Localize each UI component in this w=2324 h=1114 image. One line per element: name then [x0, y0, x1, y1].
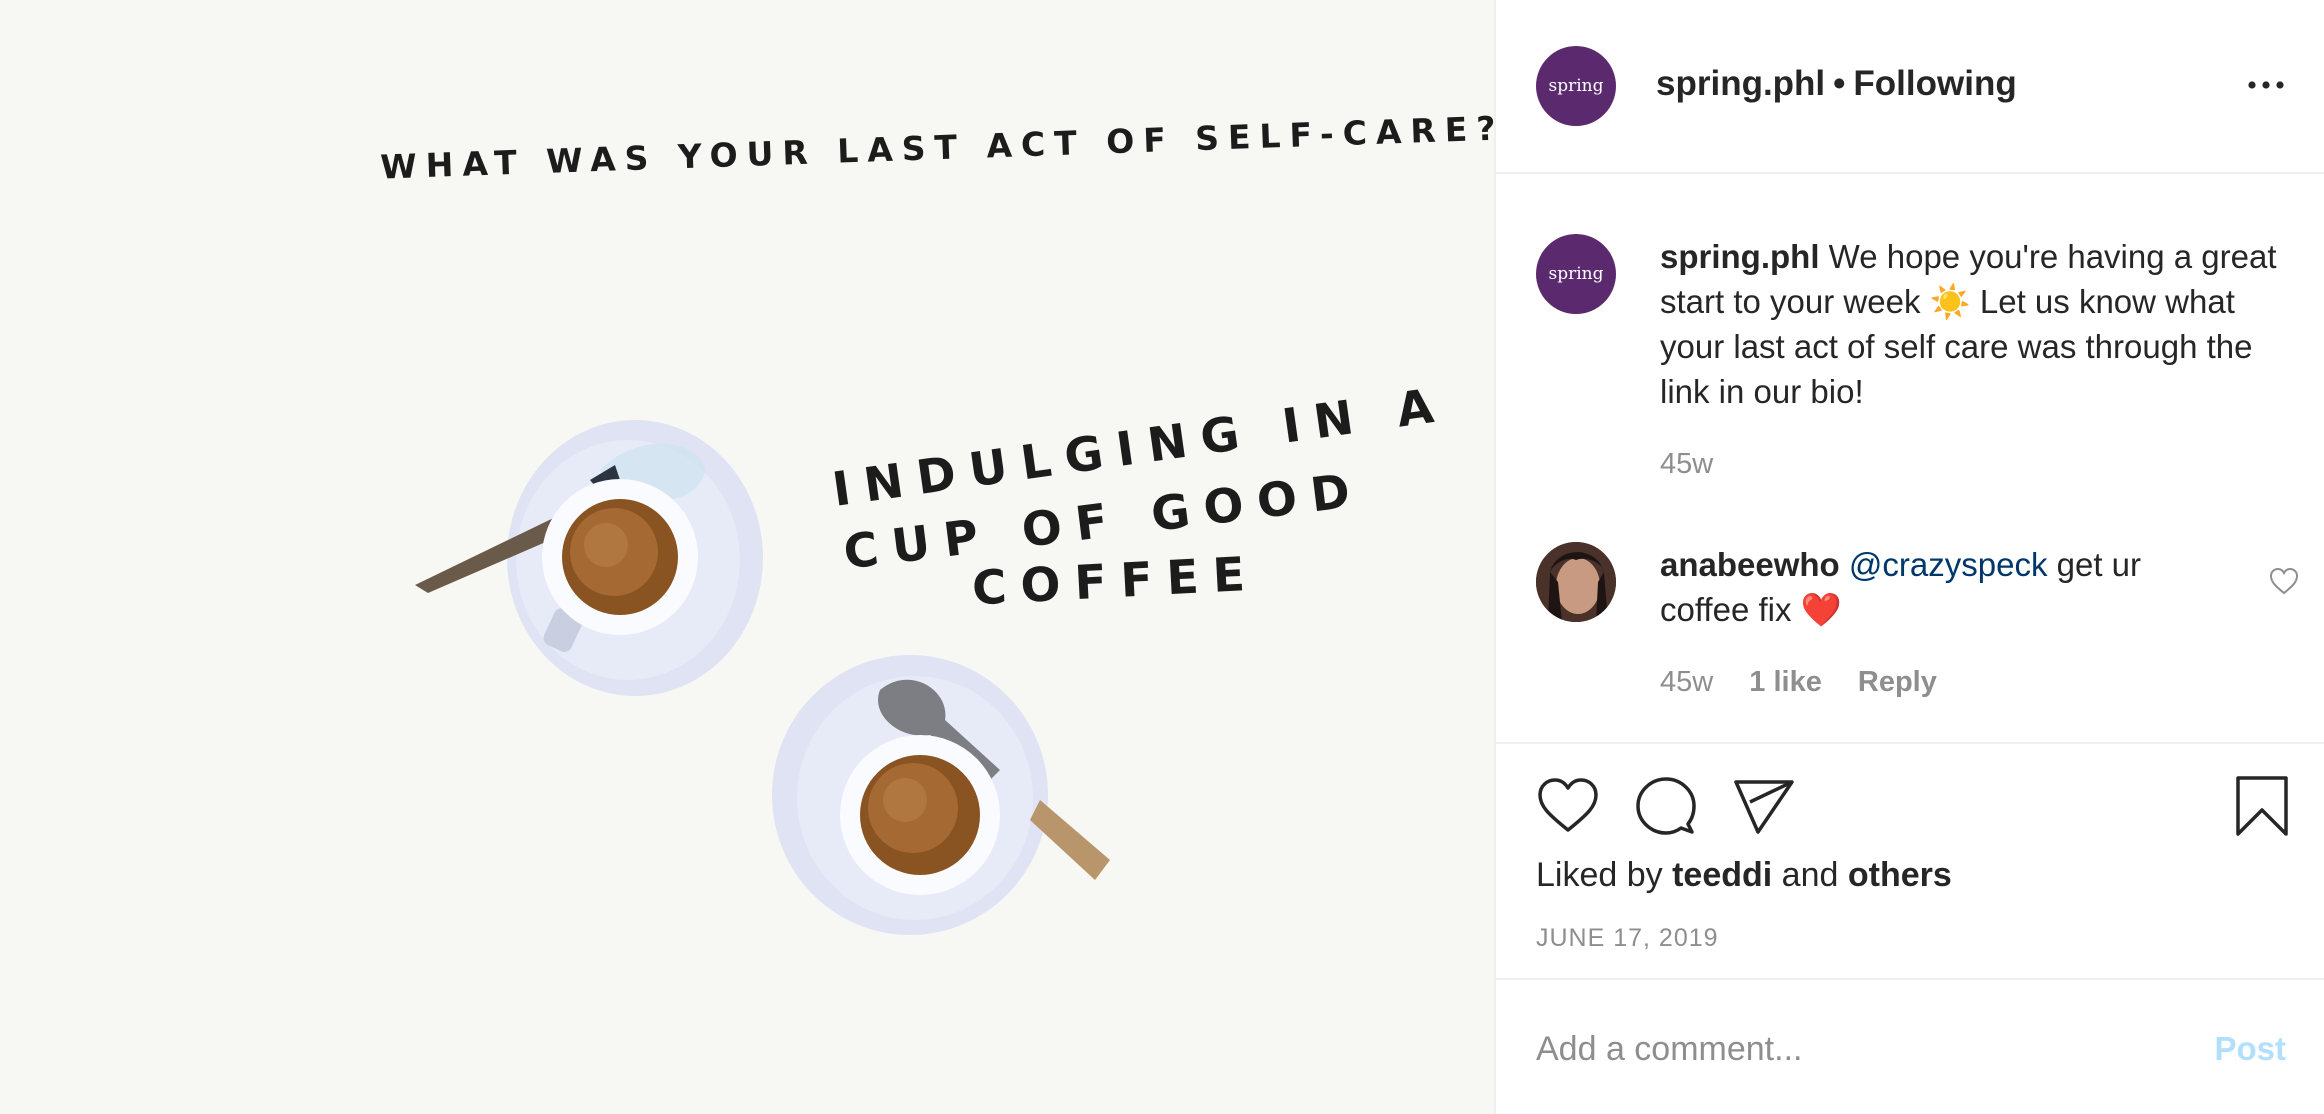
liked-by-prefix: Liked by: [1536, 856, 1663, 894]
header-separator: •: [1833, 64, 1846, 103]
post-header: spring spring.phl • Following: [1496, 0, 2324, 174]
more-horizontal-icon[interactable]: [2246, 70, 2286, 100]
post-comment-button[interactable]: Post: [2214, 1030, 2286, 1068]
liked-by-and: and: [1781, 856, 1839, 894]
avatar-logo-text: spring: [1548, 76, 1604, 96]
liked-by-user[interactable]: teeddi: [1672, 856, 1772, 894]
coffee-cup-1: [415, 420, 763, 696]
instagram-post-view: WHAT WAS YOUR LAST ACT OF SELF-CARE? IND…: [0, 0, 2324, 1114]
post-actions: Liked by teeddi and others JUNE 17, 2019: [1496, 742, 2324, 980]
bookmark-icon[interactable]: [2230, 774, 2294, 838]
heart-icon[interactable]: [1536, 774, 1600, 838]
post-sidebar: spring spring.phl • Following spring sprin…: [1494, 0, 2324, 1114]
commenter-photo: [1536, 542, 1616, 622]
caption-username[interactable]: spring.phl: [1660, 238, 1820, 275]
sun-emoji: ☀️: [1929, 283, 1971, 320]
comment-bubble-icon[interactable]: [1634, 774, 1698, 838]
reply-button[interactable]: Reply: [1858, 666, 1937, 698]
comment-mention[interactable]: @crazyspeck: [1849, 546, 2048, 583]
header-username[interactable]: spring.phl: [1656, 64, 1825, 103]
comment-meta: 45w 1 like Reply: [1660, 666, 1937, 699]
comment-username[interactable]: anabeewho: [1660, 546, 1840, 583]
comment-text: anabeewho @crazyspeck get ur coffee fix …: [1660, 542, 2220, 632]
coffee-cup-2: [772, 655, 1110, 935]
add-comment-bar: Post: [1496, 978, 2324, 1114]
post-image[interactable]: WHAT WAS YOUR LAST ACT OF SELF-CARE? IND…: [0, 0, 1494, 1114]
comment-timestamp[interactable]: 45w: [1660, 666, 1713, 698]
paper-plane-icon[interactable]: [1732, 774, 1796, 838]
liked-by-others[interactable]: others: [1848, 856, 1952, 894]
liked-by: Liked by teeddi and others: [1536, 856, 1952, 895]
comment-likes-count[interactable]: 1 like: [1749, 666, 1822, 698]
caption-timestamp[interactable]: 45w: [1660, 448, 1713, 481]
comment-like-icon[interactable]: [2268, 566, 2300, 596]
profile-avatar[interactable]: spring: [1536, 46, 1616, 126]
caption-avatar[interactable]: spring: [1536, 234, 1616, 314]
caption-avatar-logo-text: spring: [1548, 264, 1604, 284]
red-heart-emoji: ❤️: [1800, 591, 1842, 628]
post-date[interactable]: JUNE 17, 2019: [1536, 924, 1719, 953]
commenter-avatar[interactable]: [1536, 542, 1616, 622]
header-title: spring.phl • Following: [1656, 64, 2017, 104]
caption-text: spring.phl We hope you're having a great…: [1660, 234, 2290, 414]
follow-status[interactable]: Following: [1853, 64, 2016, 103]
add-comment-input[interactable]: [1536, 1026, 2156, 1072]
